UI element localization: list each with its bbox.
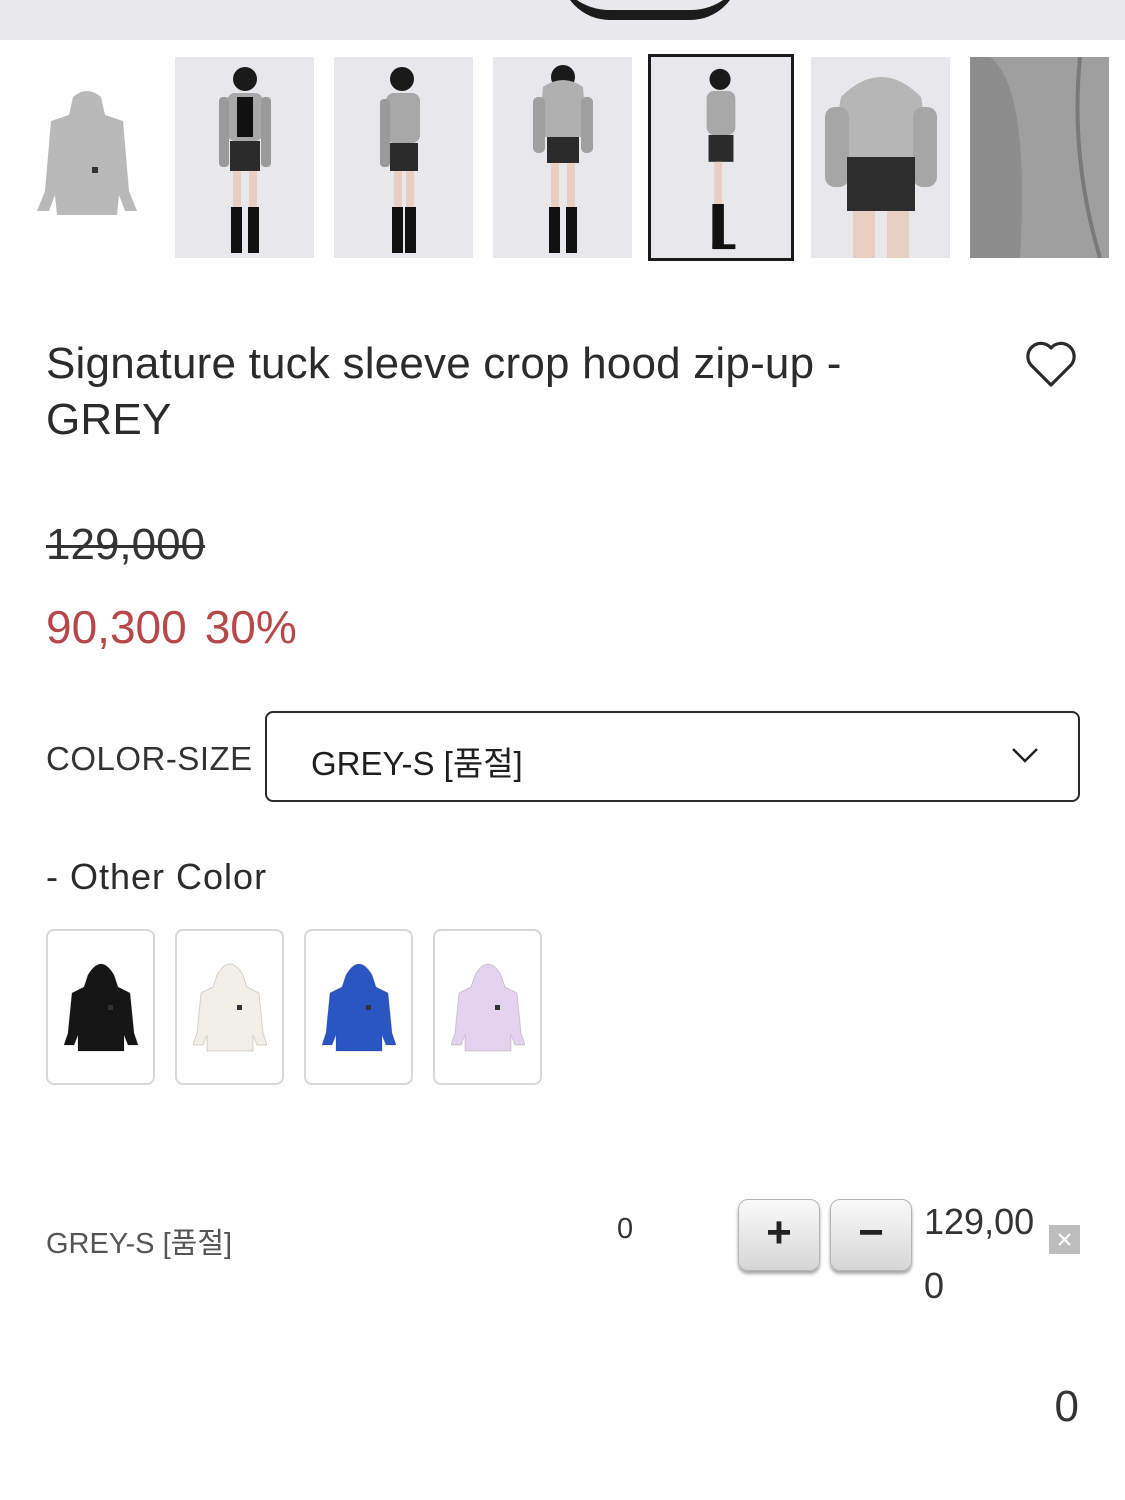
hoodie-icon — [322, 963, 396, 1052]
sale-price-row: 90,300 30% — [46, 600, 315, 654]
remove-option-close-icon[interactable] — [1049, 1225, 1080, 1254]
thumbnail-sleeve-detail[interactable] — [970, 57, 1109, 258]
wishlist-heart-icon[interactable] — [1024, 338, 1078, 390]
color-swatch-black[interactable] — [46, 929, 155, 1085]
color-size-select[interactable]: GREY-S [품절] — [265, 711, 1080, 802]
select-value: GREY-S [품절] — [311, 745, 523, 782]
hoodie-icon — [451, 963, 525, 1052]
thumbnail-model-back-closeup[interactable] — [811, 57, 950, 258]
chevron-down-icon — [1012, 748, 1038, 763]
thumbnail-model-front[interactable] — [175, 57, 314, 258]
thumbnail-model-side[interactable] — [648, 54, 794, 261]
color-swatch-blue[interactable] — [304, 929, 413, 1085]
thumbnail-flat-lay[interactable] — [18, 57, 157, 258]
selected-option-name: GREY-S [품절] — [46, 1228, 233, 1260]
color-swatch-lavender[interactable] — [433, 929, 542, 1085]
decrease-quantity-button[interactable]: − — [830, 1199, 912, 1271]
boot-image — [560, 0, 740, 20]
line-price: 129,000 — [924, 1201, 1035, 1306]
hero-image — [0, 0, 1125, 40]
discount-rate: 30% — [204, 601, 297, 653]
product-title: Signature tuck sleeve crop hood zip-up -… — [46, 339, 842, 444]
increase-quantity-button[interactable]: + — [738, 1199, 820, 1271]
thumbnail-model-back[interactable] — [493, 57, 632, 258]
color-swatch-white[interactable] — [175, 929, 284, 1085]
other-color-title: - Other Color — [46, 856, 268, 897]
quantity-value: 0 — [617, 1213, 634, 1245]
hoodie-icon — [64, 963, 138, 1052]
option-label: COLOR-SIZE — [46, 740, 253, 777]
original-price: 129,000 — [46, 520, 206, 569]
hoodie-icon — [193, 963, 267, 1052]
thumbnail-model-side-front[interactable] — [334, 57, 473, 258]
total-price: 0 — [1054, 1382, 1079, 1431]
sale-price: 90,300 — [46, 601, 187, 653]
thumbnail-strip — [0, 54, 1125, 261]
